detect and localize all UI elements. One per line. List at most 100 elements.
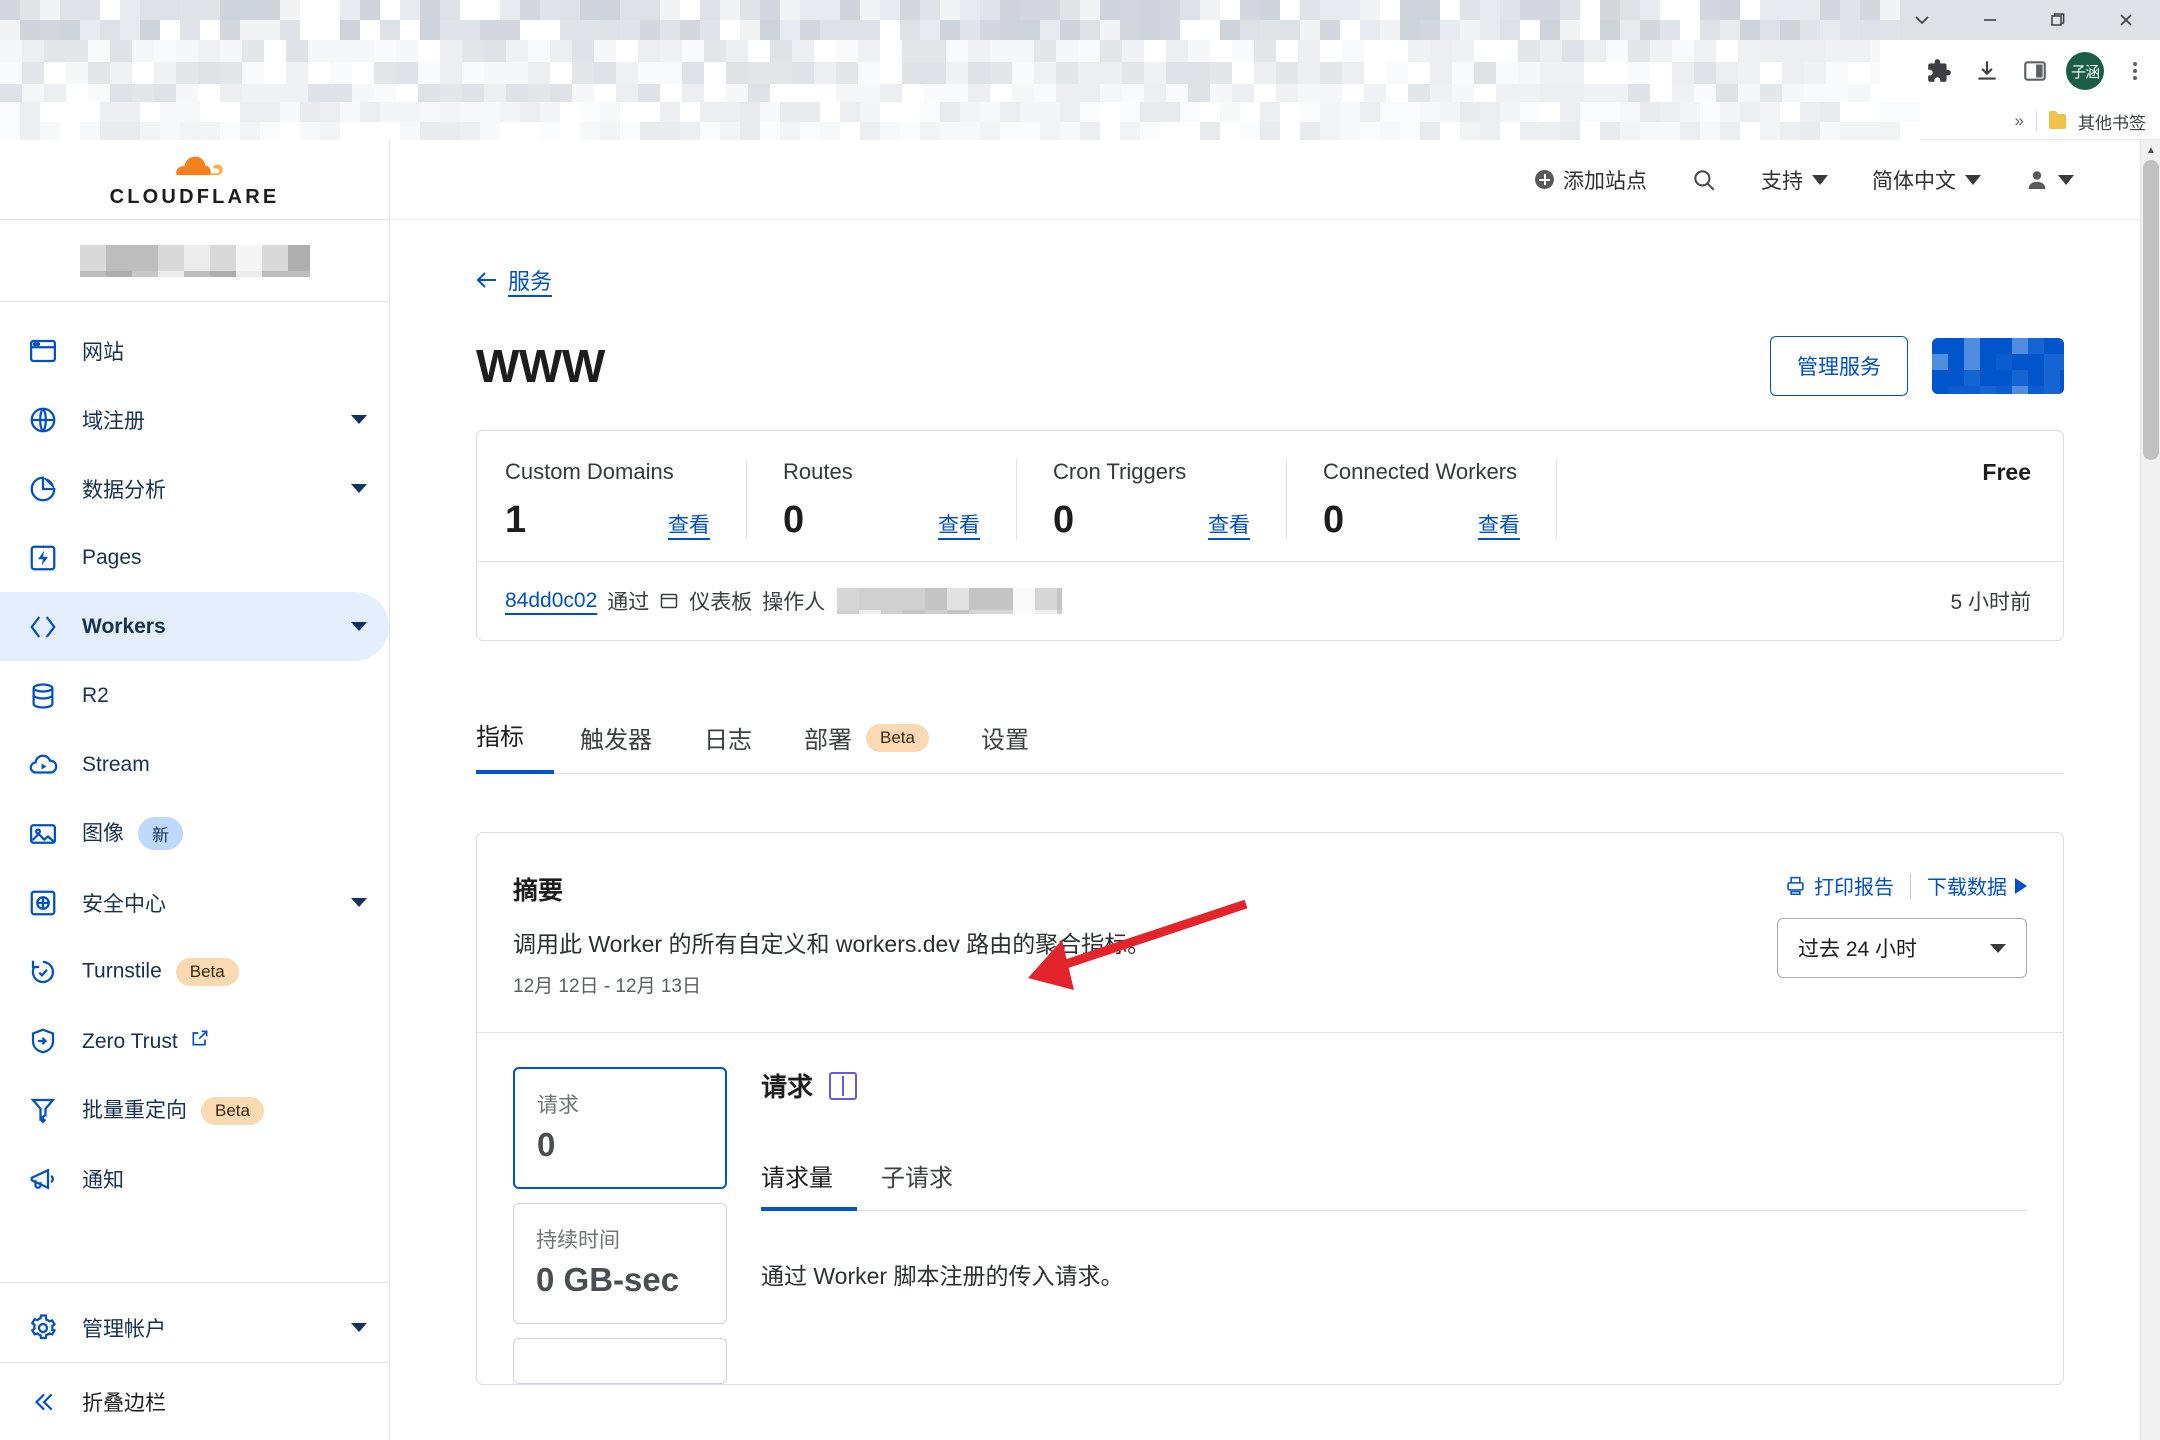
- bookmarks-overflow-icon[interactable]: »: [2015, 111, 2024, 131]
- sidebar-item-label: Workers: [82, 615, 343, 639]
- tab-触发器[interactable]: 触发器: [554, 720, 678, 773]
- cloudflare-cloud-icon: [176, 156, 224, 176]
- sidebar-item-域注册[interactable]: 域注册: [0, 385, 389, 454]
- sidebar-item-workers[interactable]: Workers: [0, 592, 389, 661]
- sidebar-item-网站[interactable]: 网站: [0, 316, 389, 385]
- sidebar-item-turnstile[interactable]: Turnstile Beta: [0, 937, 389, 1006]
- sidebar-divider: [0, 1282, 389, 1283]
- language-label: 简体中文: [1872, 169, 1956, 193]
- sidebar-item-r2[interactable]: R2: [0, 661, 389, 730]
- cloudflare-logo[interactable]: CLOUDFLARE: [0, 140, 389, 220]
- minimize-icon[interactable]: [1956, 0, 2024, 40]
- account-menu[interactable]: [2025, 168, 2074, 192]
- download-icon[interactable]: [1970, 54, 2004, 88]
- stat-view-link[interactable]: 查看: [1208, 509, 1250, 539]
- redacted-omnibox-area: [0, 40, 1880, 102]
- browser-window-icon: [26, 334, 60, 368]
- metric-box-0[interactable]: 请求 0: [513, 1067, 727, 1190]
- download-data-link[interactable]: 下载数据: [1927, 871, 2027, 900]
- subtab-请求量[interactable]: 请求量: [761, 1158, 857, 1211]
- sidebar-item-通知[interactable]: 通知: [0, 1144, 389, 1213]
- sidebar-item-批量重定向[interactable]: 批量重定向 Beta: [0, 1075, 389, 1144]
- metric-box-1[interactable]: 持续时间 0 GB-sec: [513, 1203, 727, 1324]
- time-range-select[interactable]: 过去 24 小时: [1777, 918, 2027, 978]
- redacted-bookmarks: [0, 101, 1920, 140]
- sidebar-item-label: 图像新: [82, 817, 367, 851]
- print-report-link[interactable]: 打印报告: [1785, 871, 1894, 900]
- metric-detail-title: 请求: [761, 1072, 814, 1102]
- tab-日志[interactable]: 日志: [678, 720, 778, 773]
- language-menu[interactable]: 简体中文: [1872, 165, 1981, 195]
- sidebar-item-label: 数据分析: [82, 474, 343, 504]
- image-icon: [26, 817, 60, 851]
- stat-view-link[interactable]: 查看: [938, 509, 980, 539]
- browser-chrome: 子涵 » 其他书签: [0, 0, 2160, 140]
- support-menu[interactable]: 支持: [1761, 165, 1828, 195]
- sidebar-item-text: Turnstile: [82, 959, 162, 983]
- gear-icon: [26, 1311, 60, 1345]
- summary-text-block: 摘要 调用此 Worker 的所有自定义和 workers.dev 路由的聚合指…: [513, 871, 1777, 998]
- sidebar-item-pages[interactable]: Pages: [0, 523, 389, 592]
- pie-chart-icon: [26, 472, 60, 506]
- summary-controls: 打印报告 下载数据 过去 24 小时: [1777, 871, 2027, 998]
- extensions-icon[interactable]: [1922, 54, 1956, 88]
- redacted-account-name: [79, 244, 310, 277]
- deployment-hash-link[interactable]: 84dd0c02: [505, 589, 597, 613]
- collapse-sidebar-button[interactable]: 折叠边栏: [0, 1362, 389, 1440]
- external-link-icon: [190, 1028, 210, 1048]
- browser-menu-icon[interactable]: [2118, 54, 2152, 88]
- sidebar-item-zero-trust[interactable]: Zero Trust: [0, 1006, 389, 1075]
- metrics-body: 请求 0 持续时间 0 GB-sec 请求 请求量 子请求 通过 Worker 脚本注册…: [477, 1033, 2063, 1384]
- sidebar-item-stream[interactable]: Stream: [0, 730, 389, 799]
- cloud-play-icon: [26, 748, 60, 782]
- sidebar-item-text: 数据分析: [82, 478, 166, 502]
- back-to-services-link[interactable]: 服务: [476, 264, 552, 296]
- stats-row: Custom Domains 1 查看 Routes 0 查看 Cron Triggers 0…: [477, 431, 2063, 561]
- stat-view-link[interactable]: 查看: [1478, 509, 1520, 539]
- sidebar-item-图像[interactable]: 图像新: [0, 799, 389, 868]
- page-scrollbar[interactable]: ▲: [2140, 140, 2160, 1440]
- metric-detail-panel: 请求 请求量 子请求 通过 Worker 脚本注册的传入请求。: [761, 1067, 2027, 1384]
- sidebar-item-text: Zero Trust: [82, 1029, 178, 1053]
- tab-badge: Beta: [866, 723, 929, 752]
- search-button[interactable]: [1691, 167, 1717, 193]
- tab-部署[interactable]: 部署 Beta: [778, 720, 955, 773]
- book-icon[interactable]: [829, 1071, 858, 1100]
- profile-avatar[interactable]: 子涵: [2066, 52, 2104, 90]
- tab-设置[interactable]: 设置: [955, 720, 1055, 773]
- metric-box-partial[interactable]: [513, 1337, 727, 1384]
- add-site-button[interactable]: 添加站点: [1535, 165, 1647, 195]
- chevron-down-icon: [1812, 174, 1828, 185]
- summary-title: 摘要: [513, 877, 564, 905]
- scroll-up-arrow-icon[interactable]: ▲: [2141, 140, 2160, 160]
- scrollbar-thumb[interactable]: [2143, 160, 2159, 460]
- metric-selector-column: 请求 0 持续时间 0 GB-sec: [513, 1067, 727, 1384]
- minimize-chevron-icon[interactable]: [1888, 0, 1956, 40]
- manage-service-button[interactable]: 管理服务: [1770, 336, 1908, 396]
- metric-box-label: 请求: [537, 1094, 579, 1117]
- subtab-子请求[interactable]: 子请求: [857, 1158, 977, 1210]
- chevron-down-icon: [351, 1323, 367, 1332]
- sidebar-item-数据分析[interactable]: 数据分析: [0, 454, 389, 523]
- title-actions: 管理服务: [1770, 336, 2064, 396]
- primary-action-button[interactable]: [1932, 338, 2064, 394]
- sidebar-item-text: 安全中心: [82, 892, 166, 916]
- sidebar-item-text: Workers: [82, 614, 166, 638]
- account-selector[interactable]: [0, 220, 389, 302]
- report-links: 打印报告 下载数据: [1785, 871, 2027, 900]
- metric-box-label: 持续时间: [536, 1229, 620, 1253]
- maximize-icon[interactable]: [2024, 0, 2092, 40]
- stat-connected-workers: Connected Workers 0 查看: [1287, 459, 1557, 539]
- stat-routes: Routes 0 查看: [747, 459, 1017, 539]
- globe-icon: [26, 403, 60, 437]
- other-bookmarks-label[interactable]: 其他书签: [2078, 109, 2146, 134]
- sidebar-item-manage-account[interactable]: 管理帐户: [0, 1293, 389, 1362]
- close-icon[interactable]: [2092, 0, 2160, 40]
- tab-指标[interactable]: 指标: [476, 717, 554, 774]
- browser-tabstrip: [0, 0, 2160, 40]
- app-page: CLOUDFLARE 网站 域注册数据分析 Pages Workers R2 Stream…: [0, 140, 2160, 1440]
- stat-view-link[interactable]: 查看: [668, 509, 710, 539]
- sidepanel-icon[interactable]: [2018, 54, 2052, 88]
- redacted-deployment-author: [837, 588, 1063, 614]
- sidebar-item-安全中心[interactable]: 安全中心: [0, 868, 389, 937]
